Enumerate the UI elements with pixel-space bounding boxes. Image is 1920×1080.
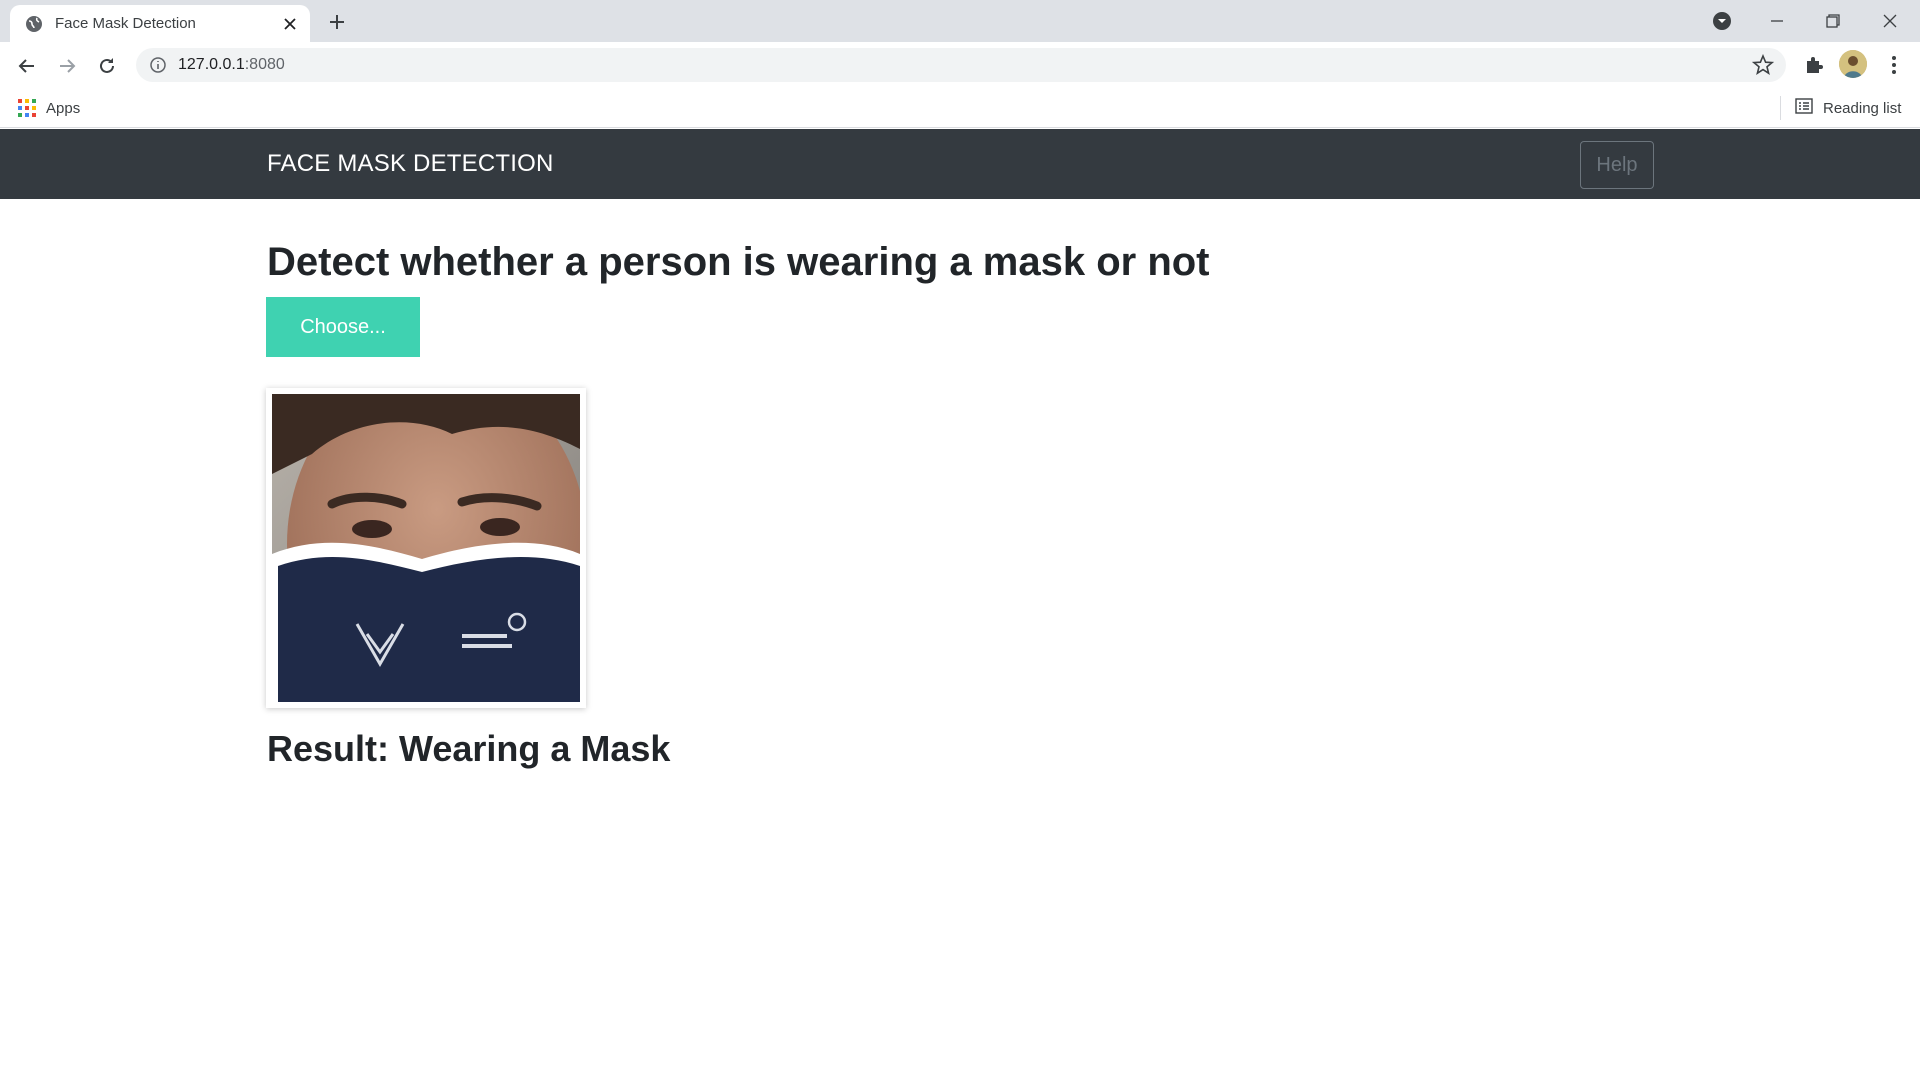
help-button[interactable]: Help (1580, 141, 1654, 189)
page-title: Detect whether a person is wearing a mas… (267, 240, 1210, 284)
apps-grid-icon (18, 99, 36, 117)
url-host: 127.0.0.1 (178, 56, 245, 73)
star-icon[interactable] (1751, 53, 1775, 76)
puzzle-icon[interactable] (1800, 51, 1828, 79)
browser-tab[interactable]: Face Mask Detection (10, 5, 310, 42)
browser-toolbar: 127.0.0.1:8080 (0, 42, 1920, 88)
url-port: :8080 (244, 56, 285, 73)
profile-dropdown-icon[interactable] (1710, 9, 1734, 33)
choose-file-button[interactable]: Choose... (266, 297, 420, 357)
minimize-icon[interactable] (1749, 0, 1805, 42)
avatar[interactable] (1839, 50, 1867, 78)
forward-icon[interactable] (52, 51, 82, 81)
plus-icon[interactable] (324, 9, 350, 35)
result-text: Result: Wearing a Mask (267, 728, 671, 769)
back-icon[interactable] (12, 51, 42, 81)
close-icon[interactable] (280, 14, 300, 34)
restore-icon[interactable] (1805, 0, 1861, 42)
uploaded-image-card (266, 388, 586, 708)
reload-icon[interactable] (92, 51, 122, 81)
info-icon[interactable] (149, 56, 167, 74)
uploaded-image (272, 394, 580, 702)
globe-icon (25, 15, 43, 33)
apps-shortcut[interactable]: Apps (18, 98, 80, 118)
bookmarks-bar: Apps Reading list (0, 88, 1920, 128)
tab-strip: Face Mask Detection (0, 0, 1920, 42)
url-text: 127.0.0.1:8080 (178, 56, 285, 74)
apps-label: Apps (46, 99, 81, 117)
reading-list-button[interactable]: Reading list (1795, 98, 1901, 118)
reading-list-icon (1795, 98, 1813, 118)
reading-list-label: Reading list (1823, 99, 1902, 117)
kebab-menu-icon[interactable] (1880, 51, 1908, 79)
app-navbar: FACE MASK DETECTION Help (0, 129, 1920, 199)
window-close-icon[interactable] (1862, 0, 1918, 42)
address-bar[interactable]: 127.0.0.1:8080 (136, 48, 1786, 82)
tab-title: Face Mask Detection (55, 15, 196, 32)
brand-title[interactable]: FACE MASK DETECTION (267, 150, 554, 178)
bookmarks-divider (1780, 96, 1781, 120)
